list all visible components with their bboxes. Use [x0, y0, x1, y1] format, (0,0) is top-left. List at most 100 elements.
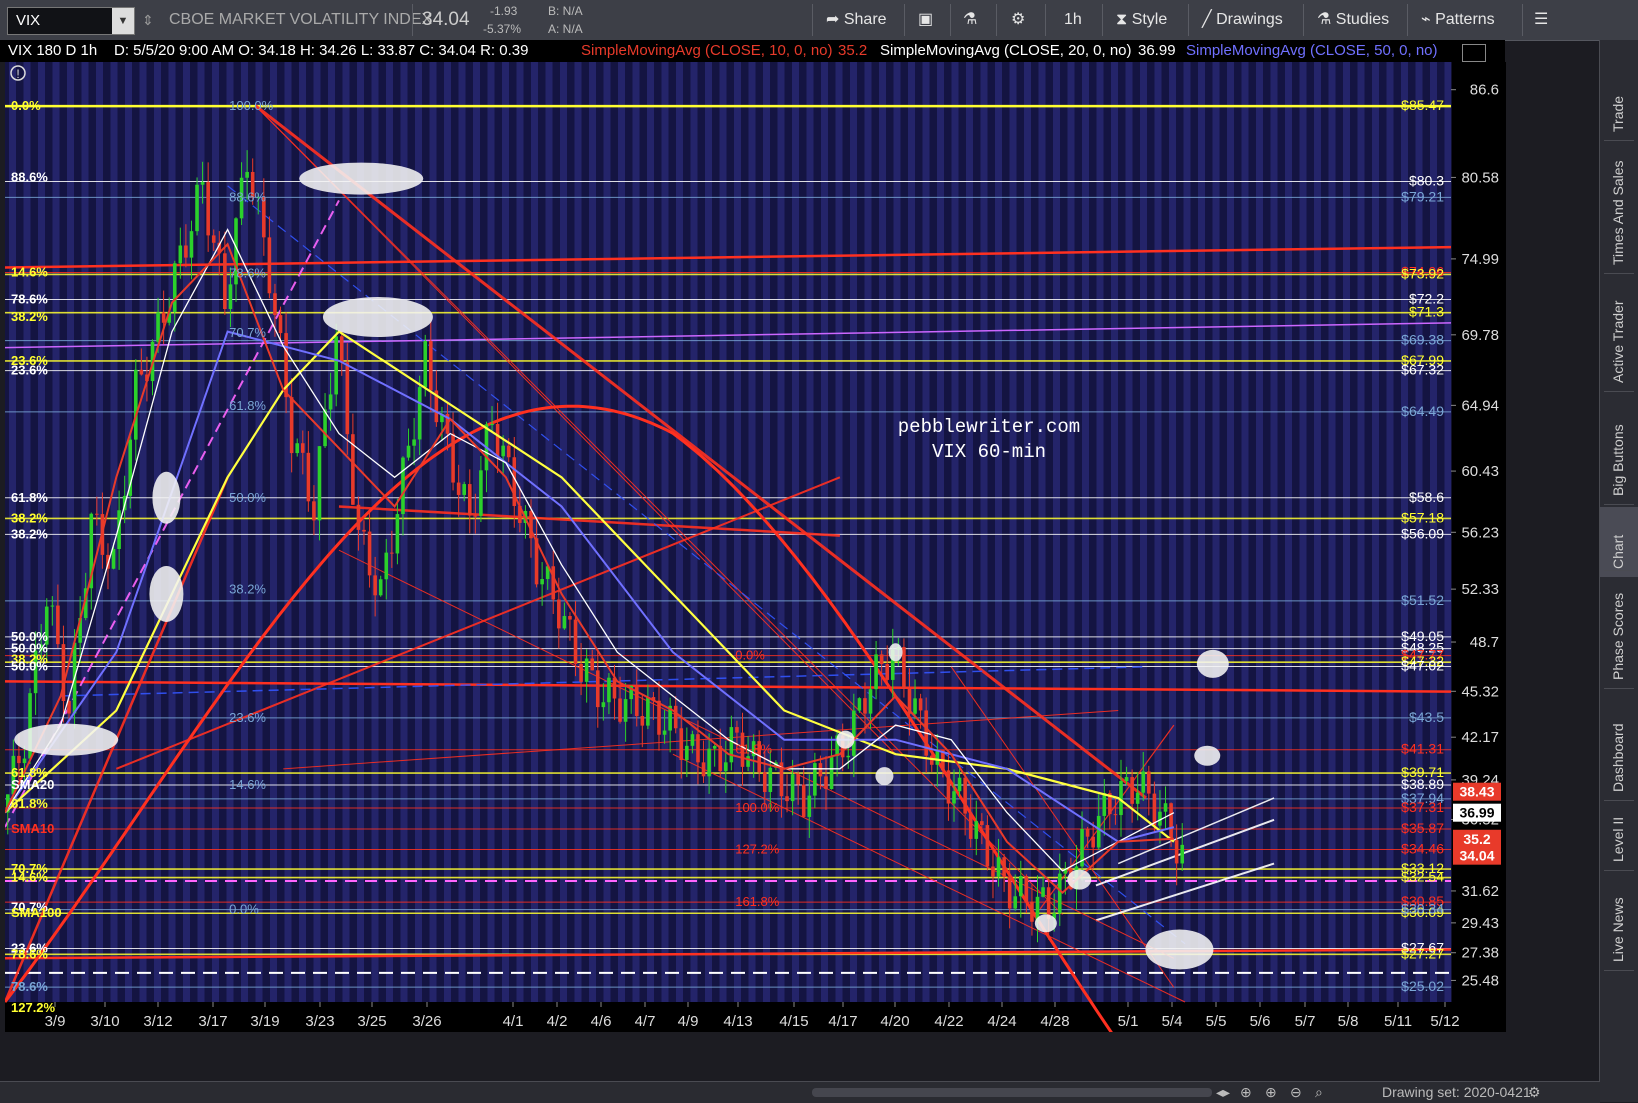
fib-label-right: $34.46 — [1401, 841, 1444, 857]
x-tick-label: 4/7 — [635, 1013, 656, 1030]
side-tab-chart[interactable]: Chart — [1600, 507, 1638, 577]
settings-icon[interactable]: ⚙ — [1528, 1082, 1541, 1103]
session-band — [676, 62, 683, 1002]
candle-body — [245, 171, 249, 178]
sma50-label[interactable]: SimpleMovingAvg (CLOSE, 50, 0, no) — [1186, 40, 1438, 62]
link-icon[interactable]: ⇕ — [142, 0, 154, 40]
gear-icon[interactable]: ⚙ — [1011, 0, 1025, 40]
scroll-arrows-icon[interactable]: ◂▸ — [1216, 1082, 1230, 1103]
candle-body — [278, 315, 283, 334]
drawings-button[interactable]: ╱ Drawings — [1202, 0, 1283, 40]
side-tab-label: Phase Scores — [1610, 592, 1626, 680]
patterns-button[interactable]: ⌁ Patterns — [1421, 0, 1495, 40]
side-tab-label: Big Buttons — [1610, 424, 1626, 496]
candle-body — [579, 663, 583, 682]
candle-body — [974, 821, 979, 839]
target-oval — [149, 565, 184, 622]
horizontal-scrollbar[interactable] — [812, 1088, 1212, 1097]
toolbar: VIX ▼ ⇕ CBOE MARKET VOLATILITY INDEX 34.… — [0, 0, 1638, 41]
session-band — [690, 62, 698, 1002]
side-tab-label: Level II — [1610, 816, 1626, 862]
candle-body — [362, 529, 366, 532]
y-tick-label: 69.78 — [1461, 327, 1499, 344]
fib-label-right: $80.3 — [1409, 173, 1444, 189]
session-band — [1256, 62, 1263, 1002]
side-tab-divider — [1604, 970, 1634, 971]
candle-body — [573, 619, 578, 664]
symbol-value: VIX — [16, 12, 41, 29]
candle-body — [356, 504, 361, 530]
studies-button[interactable]: ⚗ Studies — [1317, 0, 1389, 40]
session-band — [560, 62, 567, 1002]
fib-label-right: $58.6 — [1409, 489, 1444, 505]
sma10-label[interactable]: SimpleMovingAvg (CLOSE, 10, 0, no) — [581, 40, 833, 62]
fib-label-right: $41.31 — [1401, 741, 1444, 757]
candle-body — [540, 579, 544, 585]
side-tab-label: Dashboard — [1610, 723, 1626, 793]
fib-label-right: $25.02 — [1401, 978, 1444, 994]
symbol-input[interactable]: VIX ▼ — [7, 7, 135, 35]
fib-label-left: SMA10 — [11, 821, 54, 836]
interval-button[interactable]: 1h — [1064, 0, 1082, 40]
fib-label-right: $73.92 — [1401, 265, 1444, 281]
crosshair-icon[interactable]: ⊕ — [1240, 1082, 1252, 1103]
flask-icon[interactable]: ⚗ — [963, 0, 977, 40]
price-tag-label: 36.99 — [1459, 805, 1494, 821]
candle-body — [807, 795, 812, 817]
candle-body — [189, 231, 194, 258]
candle-body — [1163, 803, 1168, 812]
session-band — [67, 62, 74, 1002]
candle-body — [289, 397, 294, 454]
expand-icon[interactable] — [1462, 44, 1486, 62]
fib-label-right: $43.5 — [1409, 709, 1444, 725]
x-tick-label: 4/17 — [828, 1013, 857, 1030]
session-band — [850, 62, 857, 1002]
candle-body — [863, 698, 867, 714]
candle-body — [729, 727, 734, 763]
zoom-out-icon[interactable]: ⊖ — [1290, 1082, 1302, 1103]
candle-body — [1041, 887, 1045, 897]
fib-label-left: 78.6% — [11, 946, 48, 961]
candle-body — [95, 513, 99, 515]
x-tick-label: 5/1 — [1118, 1013, 1139, 1030]
zoom-box-icon[interactable]: ⌕ — [1315, 1082, 1323, 1103]
side-tab-divider — [1604, 800, 1634, 801]
x-tick-label: 4/28 — [1040, 1013, 1069, 1030]
pencil-icon: ╱ — [1202, 11, 1212, 28]
candle-body — [623, 699, 628, 722]
y-tick-label: 60.43 — [1461, 463, 1499, 480]
candle-body — [161, 312, 166, 323]
zoom-in-icon[interactable]: ⊕ — [1265, 1082, 1277, 1103]
candle-body — [1091, 836, 1095, 848]
session-band — [864, 62, 872, 1002]
sma20-label[interactable]: SimpleMovingAvg (CLOSE, 20, 0, no) — [880, 40, 1132, 62]
candle-body — [1135, 792, 1140, 804]
candle-body — [1130, 777, 1134, 804]
fib-label-right: $35.87 — [1401, 820, 1444, 836]
fib-label-left: 14.6% — [11, 264, 48, 279]
chevron-down-icon[interactable]: ▼ — [112, 8, 134, 34]
target-oval — [1145, 929, 1214, 970]
share-button[interactable]: ➦ Share — [826, 0, 887, 40]
y-tick-label: 64.94 — [1461, 397, 1499, 414]
side-tab-divider — [1604, 570, 1634, 571]
session-band — [212, 62, 219, 1002]
session-band — [908, 62, 915, 1002]
fib-label-mid: 61.8% — [229, 398, 266, 413]
menu-icon[interactable]: ☰ — [1534, 0, 1548, 40]
sma10-value: 35.2 — [838, 42, 868, 59]
style-button[interactable]: ⧗ Style — [1116, 0, 1167, 40]
price-chart[interactable]: 0.0% 88.6% 14.6% 78.6% 38.2% 23.6% 23.6% 61.8% 3… — [5, 62, 1506, 1032]
candle-body — [640, 715, 645, 726]
fib-label-left: SMA100 — [11, 905, 62, 920]
x-tick-label: 5/11 — [1384, 1013, 1412, 1030]
x-axis-ticks: 3/9 3/10 3/12 3/17 3/19 3/23 3/25 3/26 4/1 4/2 4/6… — [45, 1002, 1460, 1030]
session-band — [647, 62, 654, 1002]
chart-settings-icon[interactable]: ▣ — [918, 0, 933, 40]
session-band — [1444, 62, 1452, 1002]
candle-body — [495, 424, 500, 457]
patterns-label: Patterns — [1435, 11, 1495, 28]
candle-body — [300, 443, 305, 453]
candle-body — [685, 745, 689, 761]
side-tab-label: Chart — [1610, 534, 1626, 569]
